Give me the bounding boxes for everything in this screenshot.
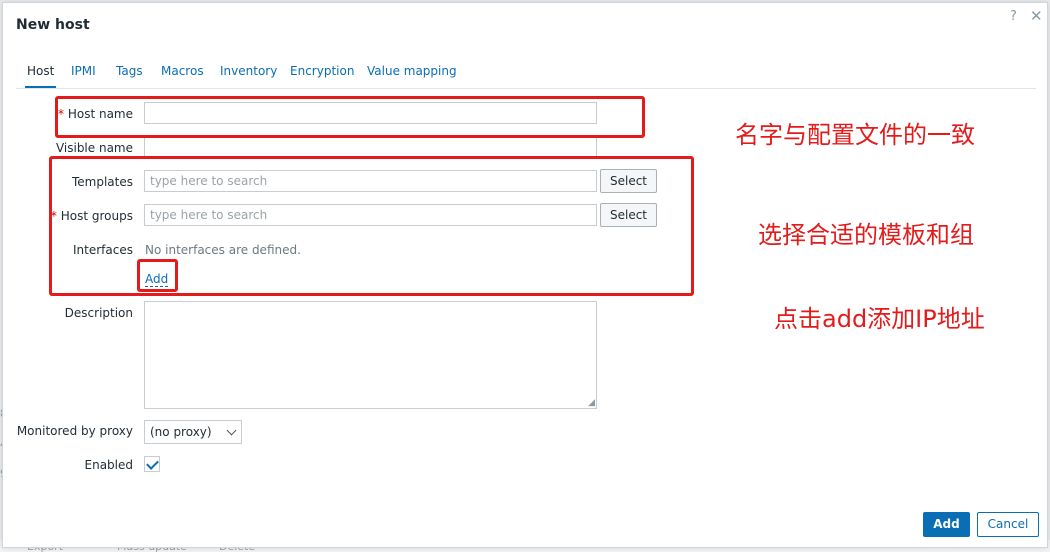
chevron-down-icon (226, 425, 237, 436)
proxy-selected-value: (no proxy) (150, 425, 212, 439)
enabled-checkbox[interactable] (144, 456, 160, 472)
proxy-label: Monitored by proxy (16, 424, 133, 438)
visible-name-input[interactable] (144, 136, 597, 158)
cancel-button[interactable]: Cancel (977, 512, 1039, 537)
add-button[interactable]: Add (923, 512, 970, 537)
annotation-note-add: 点击add添加IP地址 (774, 305, 985, 333)
enabled-label: Enabled (84, 458, 134, 472)
tab-ipmi[interactable]: IPMI (71, 64, 96, 78)
proxy-select[interactable]: (no proxy) (144, 420, 242, 444)
annotation-note-template: 选择合适的模板和组 (758, 221, 974, 249)
annotation-box-host-name (55, 96, 645, 138)
description-label: Description (64, 306, 133, 320)
annotation-box-add-link (137, 259, 178, 292)
close-icon[interactable]: ✕ (1030, 7, 1043, 25)
help-icon[interactable]: ? (1010, 9, 1017, 24)
tab-host[interactable]: Host (24, 64, 57, 88)
description-textarea[interactable]: ◢ (144, 301, 597, 409)
annotation-note-name: 名字与配置文件的一致 (735, 121, 975, 149)
tab-encryption[interactable]: Encryption (290, 64, 354, 78)
resize-handle-icon[interactable]: ◢ (588, 399, 595, 408)
tab-value-mapping[interactable]: Value mapping (367, 64, 457, 78)
dialog-title: New host (16, 17, 90, 33)
visible-name-label: Visible name (55, 141, 133, 155)
tab-bar: Host IPMI Tags Macros Inventory Encrypti… (16, 58, 1036, 89)
checkmark-icon (146, 457, 159, 470)
tab-macros[interactable]: Macros (161, 64, 204, 78)
tab-tags[interactable]: Tags (116, 64, 143, 78)
tab-inventory[interactable]: Inventory (220, 64, 277, 78)
